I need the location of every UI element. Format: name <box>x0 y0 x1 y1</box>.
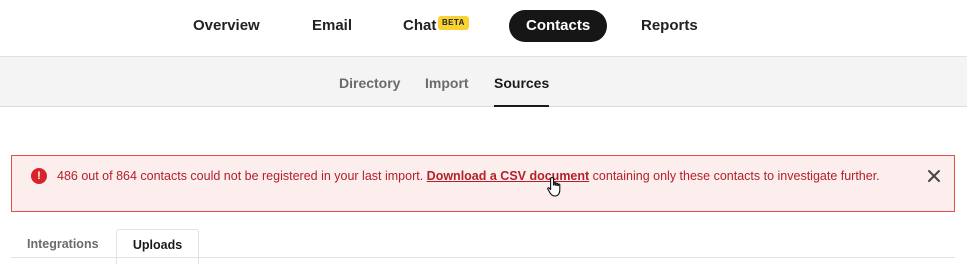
content-tabs: Integrations Uploads <box>0 229 967 264</box>
subtab-sources[interactable]: Sources <box>494 57 550 107</box>
tab-uploads[interactable]: Uploads <box>116 229 199 264</box>
tab-reports[interactable]: Reports <box>641 10 698 42</box>
tab-email[interactable]: Email <box>312 10 352 42</box>
alert-message: 486 out of 864 contacts could not be reg… <box>57 166 897 186</box>
main-nav: Overview Email Chat BETA Contacts Report… <box>0 0 967 56</box>
tab-chat[interactable]: Chat <box>403 10 436 42</box>
tab-contacts[interactable]: Contacts <box>509 10 608 42</box>
tab-integrations[interactable]: Integrations <box>27 229 99 264</box>
subtab-import[interactable]: Import <box>425 57 469 107</box>
alert-message-after: containing only these contacts to invest… <box>592 169 880 183</box>
sub-nav: Directory Import Sources <box>0 56 967 107</box>
alert-message-before: 486 out of 864 contacts could not be reg… <box>57 169 424 183</box>
import-error-alert: ! 486 out of 864 contacts could not be r… <box>11 155 955 212</box>
tab-overview[interactable]: Overview <box>193 10 260 42</box>
beta-badge: BETA <box>438 16 469 30</box>
close-icon[interactable] <box>926 167 942 185</box>
subtab-directory[interactable]: Directory <box>339 57 400 107</box>
error-icon: ! <box>31 168 47 184</box>
hand-cursor-icon <box>546 176 566 198</box>
content-divider <box>11 257 955 258</box>
